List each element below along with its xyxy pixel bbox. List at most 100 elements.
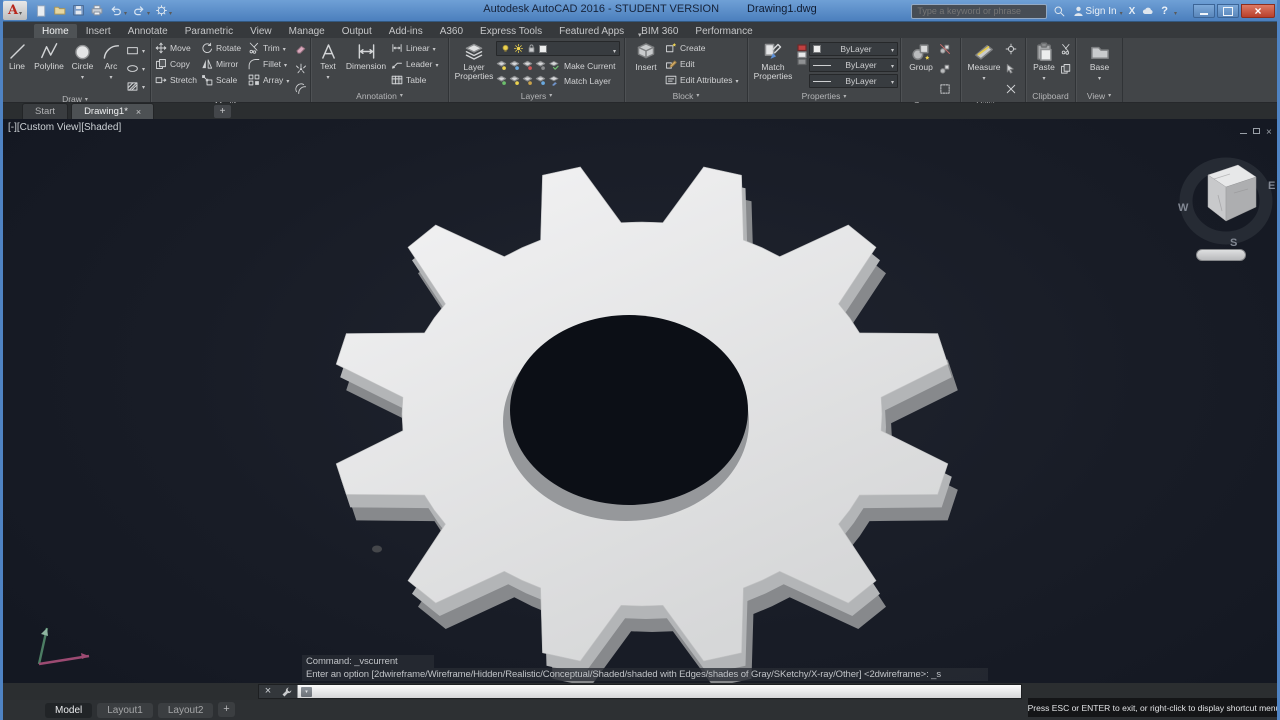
paste-button[interactable]: Paste: [1029, 40, 1059, 78]
linetype-dropdown[interactable]: ByLayer: [809, 74, 898, 88]
panel-label-view[interactable]: View: [1076, 89, 1122, 102]
close-button[interactable]: [1241, 4, 1275, 18]
ribbon-tab[interactable]: Express Tools: [472, 24, 550, 38]
layout-tab[interactable]: Model: [45, 703, 92, 718]
arc-button[interactable]: Arc: [98, 40, 124, 77]
panel-label-layers[interactable]: Layers: [449, 89, 624, 102]
file-tab[interactable]: Start: [22, 103, 68, 119]
match-layer-button[interactable]: Match Layer: [548, 73, 612, 89]
point-style-button[interactable]: [1005, 82, 1017, 100]
save-button[interactable]: [72, 3, 85, 18]
exchange-apps-button[interactable]: [1129, 4, 1136, 19]
group-selection-toggle[interactable]: [939, 82, 951, 100]
layer-tool-icon[interactable]: [535, 75, 546, 86]
rotate-button[interactable]: Rotate: [200, 40, 247, 56]
group-button[interactable]: Group: [904, 40, 938, 72]
create-block-button[interactable]: Create: [664, 40, 744, 56]
copy-button[interactable]: Copy: [154, 56, 200, 72]
layer-tool-icon[interactable]: [509, 75, 520, 86]
viewcube-options-bar[interactable]: [1196, 249, 1246, 261]
line-button[interactable]: Line: [3, 40, 31, 71]
gear-3d-model[interactable]: [0, 119, 1280, 683]
ribbon-tab[interactable]: Performance: [687, 24, 760, 38]
ribbon-tab[interactable]: A360: [432, 24, 471, 38]
layer-tool-icon[interactable]: [509, 60, 520, 71]
chevron-down-icon[interactable]: [982, 73, 985, 78]
object-color-dropdown[interactable]: ByLayer: [809, 42, 898, 56]
new-file-button[interactable]: [35, 3, 48, 18]
undo-button[interactable]: [109, 3, 127, 18]
panel-label-clipboard[interactable]: Clipboard: [1026, 89, 1075, 102]
viewcube-cube[interactable]: [1208, 165, 1256, 221]
dimension-button[interactable]: Dimension: [342, 40, 390, 71]
chevron-down-icon[interactable]: [433, 43, 436, 53]
chevron-down-icon[interactable]: [735, 75, 738, 85]
maximize-button[interactable]: [1217, 4, 1239, 18]
panel-label-block[interactable]: Block: [625, 89, 747, 102]
visual-style-control[interactable]: [Shaded]: [81, 122, 121, 133]
ucs-icon[interactable]: [26, 625, 96, 679]
view-control[interactable]: [Custom View]: [17, 122, 81, 133]
base-button[interactable]: Base: [1079, 40, 1121, 78]
command-customize-button[interactable]: [277, 685, 297, 698]
table-button[interactable]: Table: [390, 72, 444, 88]
linear-button[interactable]: Linear: [390, 40, 444, 56]
minimize-button[interactable]: [1193, 4, 1215, 18]
stay-connected-button[interactable]: [1141, 4, 1155, 19]
ellipse-button[interactable]: [125, 60, 146, 76]
edit-block-button[interactable]: Edit: [664, 56, 744, 72]
app-menu-button[interactable]: A: [3, 1, 27, 20]
chevron-down-icon[interactable]: [1098, 73, 1101, 78]
copy-clip-button[interactable]: [1060, 62, 1072, 80]
new-drawing-tab-button[interactable]: [214, 105, 231, 118]
viewport-close-icon[interactable]: [1266, 122, 1272, 140]
command-close-icon[interactable]: [259, 685, 277, 698]
ribbon-tab[interactable]: Manage: [281, 24, 333, 38]
chevron-down-icon[interactable]: [81, 72, 84, 77]
viewport-menu-control[interactable]: [-]: [8, 122, 17, 133]
redo-dropdown-icon[interactable]: [147, 2, 150, 20]
chevron-down-icon[interactable]: [284, 59, 287, 69]
ribbon-tab[interactable]: Insert: [78, 24, 119, 38]
help-button[interactable]: [1161, 4, 1168, 19]
search-box[interactable]: [911, 4, 1047, 19]
layout-tab[interactable]: Layout1: [97, 703, 153, 718]
fillet-button[interactable]: Fillet: [247, 56, 294, 72]
polyline-button[interactable]: Polyline: [31, 40, 67, 71]
chevron-down-icon[interactable]: [1042, 73, 1045, 78]
chevron-down-icon[interactable]: [142, 63, 145, 73]
sign-in-button[interactable]: Sign In: [1072, 4, 1122, 19]
panel-label-annotation[interactable]: Annotation: [311, 89, 448, 102]
ungroup-button[interactable]: [939, 42, 951, 60]
ribbon-tab[interactable]: View: [242, 24, 280, 38]
array-button[interactable]: Array: [247, 72, 294, 88]
layer-tool-icon[interactable]: [496, 75, 507, 86]
hatch-button[interactable]: [125, 78, 146, 94]
edit-attributes-button[interactable]: Edit Attributes: [664, 72, 744, 88]
chevron-down-icon[interactable]: [142, 45, 145, 55]
search-button[interactable]: [1053, 4, 1066, 19]
viewcube[interactable]: W E S: [1174, 149, 1278, 253]
erase-button[interactable]: [295, 42, 307, 60]
group-edit-button[interactable]: [939, 62, 951, 80]
new-layout-button[interactable]: [218, 702, 235, 717]
panel-label-properties[interactable]: Properties: [748, 90, 900, 102]
chevron-down-icon[interactable]: [142, 81, 145, 91]
ribbon-tab[interactable]: Add-ins: [381, 24, 431, 38]
leader-button[interactable]: Leader: [390, 56, 444, 72]
trim-button[interactable]: Trim: [247, 40, 294, 56]
redo-button[interactable]: [132, 3, 150, 18]
undo-dropdown-icon[interactable]: [124, 2, 127, 20]
chevron-down-icon[interactable]: [613, 40, 616, 58]
help-dropdown-icon[interactable]: [1174, 2, 1177, 20]
plot-button[interactable]: [90, 3, 104, 18]
rectangle-button[interactable]: [125, 42, 146, 58]
layer-tool-icon[interactable]: [522, 60, 533, 71]
ribbon-tab[interactable]: Featured Apps: [551, 24, 632, 38]
file-tab[interactable]: Drawing1*: [71, 103, 154, 119]
text-button[interactable]: Text: [314, 40, 342, 77]
stretch-button[interactable]: Stretch: [154, 72, 200, 88]
cut-button[interactable]: [1060, 42, 1072, 60]
recent-commands-icon[interactable]: [301, 687, 312, 697]
chevron-down-icon[interactable]: [283, 43, 286, 53]
